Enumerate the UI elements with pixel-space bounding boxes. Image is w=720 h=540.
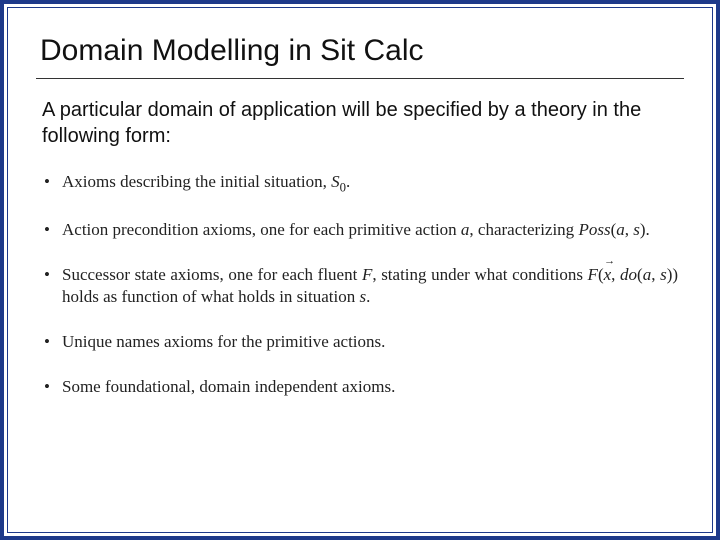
list-item: Successor state axioms, one for each flu… [42,264,678,310]
slide-frame: Domain Modelling in Sit Calc A particula… [0,0,720,540]
bullet-text: Successor state axioms, one for each flu… [62,265,362,284]
list-item: Some foundational, domain independent ax… [42,376,678,399]
intro-text: A particular domain of application will … [42,97,678,149]
slide-inner: Domain Modelling in Sit Calc A particula… [7,7,713,533]
list-item: Axioms describing the initial situation,… [42,171,678,197]
bullet-text: Action precondition axioms, one for each… [62,220,461,239]
list-item: Action precondition axioms, one for each… [42,219,678,242]
bullet-list: Axioms describing the initial situation,… [36,171,684,399]
title-divider [36,78,684,79]
list-item: Unique names axioms for the primitive ac… [42,331,678,354]
bullet-text: Unique names axioms for the primitive ac… [62,332,385,351]
slide-title: Domain Modelling in Sit Calc [40,34,684,68]
vector-x: x [604,264,612,287]
bullet-text: Axioms describing the initial situation, [62,172,331,191]
bullet-text: Some foundational, domain independent ax… [62,377,395,396]
math-s0: S0 [331,172,346,191]
